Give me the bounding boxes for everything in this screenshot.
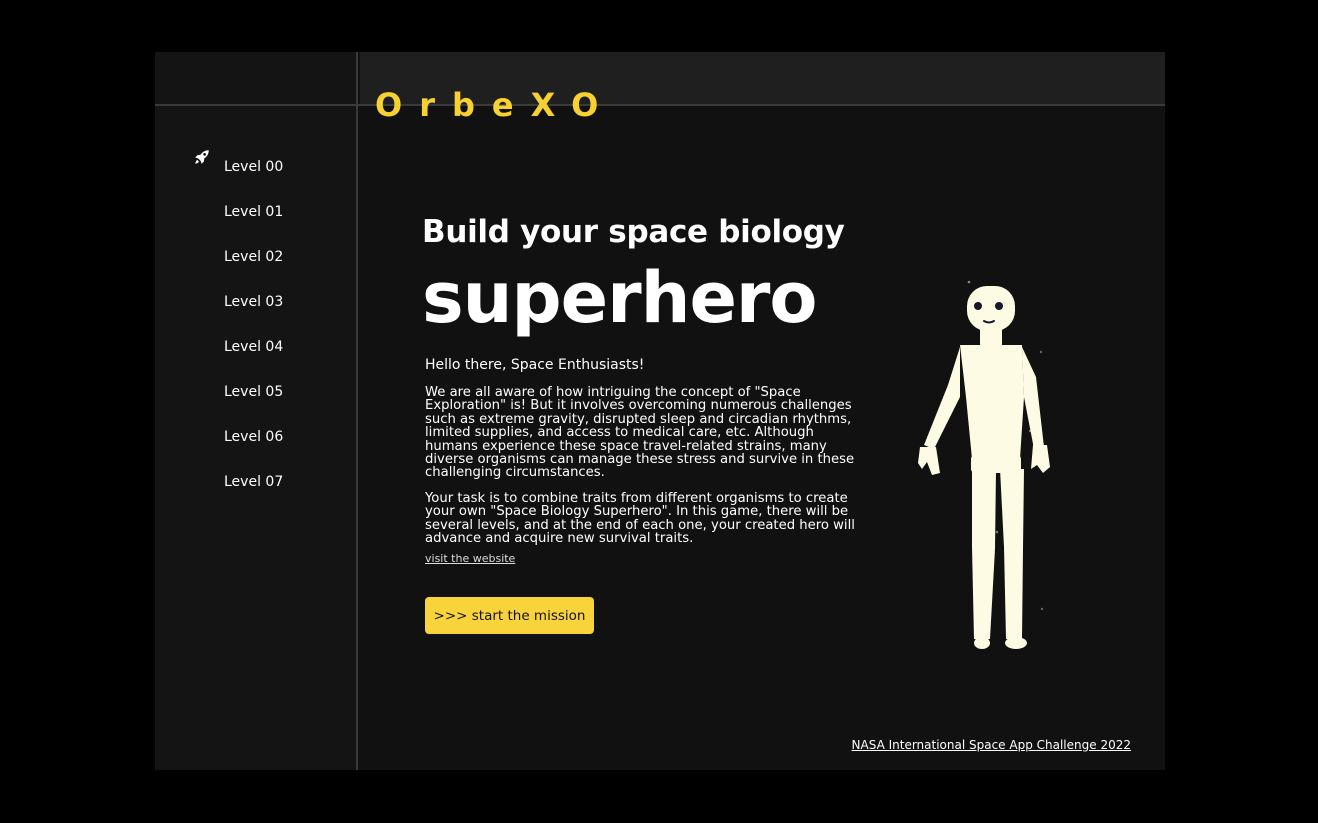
level-nav: Level 00 Level 01 Level 02 Level 03 Leve…: [155, 144, 358, 504]
sidebar-item-label: Level 02: [224, 248, 284, 265]
sidebar-item-level-00[interactable]: Level 00: [155, 144, 358, 189]
start-mission-button[interactable]: >>> start the mission: [425, 597, 594, 634]
header-divider: [155, 104, 1165, 106]
headline-line2: superhero: [422, 257, 818, 339]
sidebar-item-label: Level 05: [224, 383, 284, 400]
rocket-icon: [195, 150, 209, 164]
sidebar-item-label: Level 04: [224, 338, 284, 355]
sidebar-item-label: Level 01: [224, 203, 284, 220]
sidebar-item-level-06[interactable]: Level 06: [155, 414, 358, 459]
greeting-text: Hello there, Space Enthusiasts!: [425, 357, 645, 373]
sidebar-item-label: Level 06: [224, 428, 284, 445]
sidebar-item-label: Level 00: [224, 158, 284, 175]
sidebar: Level 00 Level 01 Level 02 Level 03 Leve…: [155, 52, 358, 770]
sidebar-item-level-01[interactable]: Level 01: [155, 189, 358, 234]
sidebar-item-level-04[interactable]: Level 04: [155, 324, 358, 369]
sidebar-item-level-03[interactable]: Level 03: [155, 279, 358, 324]
nasa-challenge-link[interactable]: NASA International Space App Challenge 2…: [852, 738, 1131, 752]
sidebar-item-level-07[interactable]: Level 07: [155, 459, 358, 504]
sidebar-item-level-02[interactable]: Level 02: [155, 234, 358, 279]
visit-website-link[interactable]: visit the website: [425, 552, 515, 565]
sidebar-item-level-05[interactable]: Level 05: [155, 369, 358, 414]
app-frame: Level 00 Level 01 Level 02 Level 03 Leve…: [155, 52, 1165, 770]
sidebar-item-label: Level 03: [224, 293, 284, 310]
superhero-figure: [918, 280, 1050, 649]
intro-paragraph: We are all aware of how intriguing the c…: [425, 385, 855, 481]
app-logo: OrbeXO: [375, 86, 616, 124]
headline-line1: Build your space biology: [422, 214, 845, 250]
task-paragraph: Your task is to combine traits from diff…: [425, 491, 855, 547]
sidebar-item-label: Level 07: [224, 473, 284, 490]
